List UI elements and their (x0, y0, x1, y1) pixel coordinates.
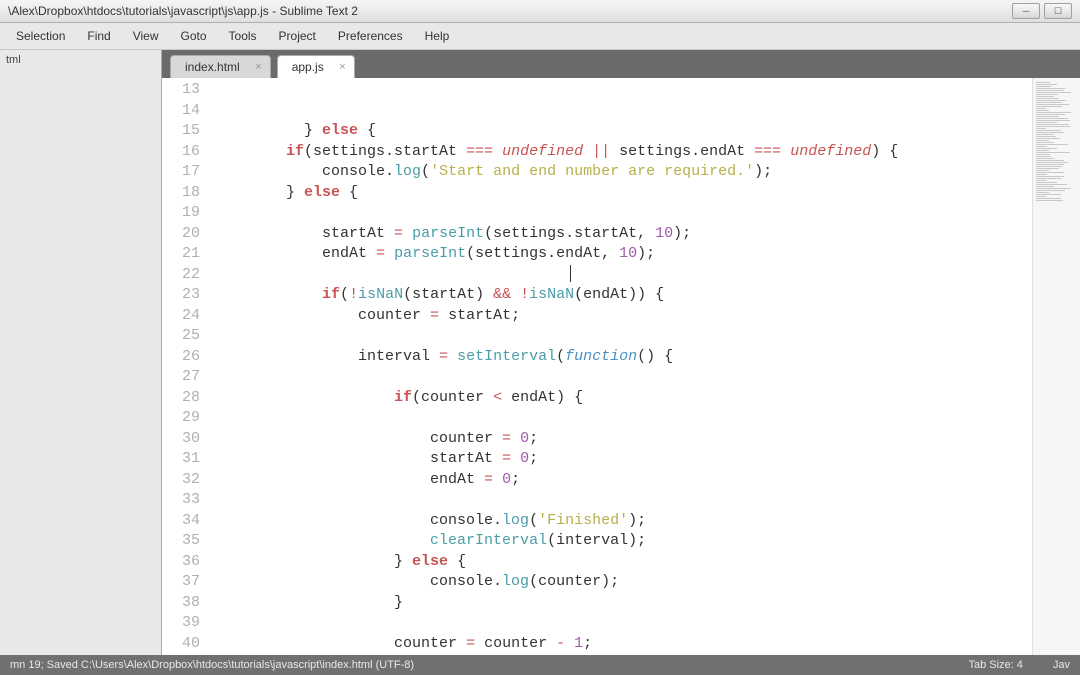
maximize-button[interactable]: ☐ (1044, 3, 1072, 19)
window-controls: ─ ☐ (1012, 3, 1072, 19)
status-tab-size[interactable]: Tab Size: 4 (968, 659, 1022, 671)
tab-label: app.js (292, 60, 324, 74)
close-icon[interactable]: × (339, 61, 345, 73)
tabs-row: index.html × app.js × (162, 50, 1080, 78)
menu-view[interactable]: View (123, 27, 169, 45)
status-language[interactable]: Jav (1053, 659, 1070, 671)
line-numbers: 13 14 15 16 17 18 19 20 21 22 23 24 25 2… (162, 78, 210, 655)
sidebar[interactable]: tml (0, 50, 162, 655)
tab-label: index.html (185, 60, 240, 74)
menu-goto[interactable]: Goto (171, 27, 217, 45)
window-titlebar: \Alex\Dropbox\htdocs\tutorials\javascrip… (0, 0, 1080, 23)
menu-preferences[interactable]: Preferences (328, 27, 413, 45)
close-icon[interactable]: × (255, 61, 261, 73)
menu-project[interactable]: Project (269, 27, 326, 45)
tab-app-js[interactable]: app.js × (277, 55, 355, 78)
tab-index-html[interactable]: index.html × (170, 55, 271, 78)
code-area[interactable]: } else { if(settings.startAt === undefin… (210, 78, 1032, 655)
minimap[interactable] (1032, 78, 1080, 655)
editor-surface[interactable]: 13 14 15 16 17 18 19 20 21 22 23 24 25 2… (162, 78, 1080, 655)
window-title: \Alex\Dropbox\htdocs\tutorials\javascrip… (8, 4, 358, 18)
editor-zone: index.html × app.js × 13 14 15 16 17 18 … (162, 50, 1080, 655)
menu-tools[interactable]: Tools (219, 27, 267, 45)
status-left: mn 19; Saved C:\Users\Alex\Dropbox\htdoc… (10, 659, 414, 671)
menu-selection[interactable]: Selection (6, 27, 75, 45)
menu-bar: Selection Find View Goto Tools Project P… (0, 23, 1080, 50)
menu-find[interactable]: Find (77, 27, 120, 45)
menu-help[interactable]: Help (415, 27, 460, 45)
status-bar: mn 19; Saved C:\Users\Alex\Dropbox\htdoc… (0, 655, 1080, 675)
text-cursor (570, 265, 571, 282)
minimize-button[interactable]: ─ (1012, 3, 1040, 19)
main-area: tml index.html × app.js × 13 14 15 16 17… (0, 50, 1080, 655)
sidebar-file[interactable]: tml (6, 54, 155, 66)
